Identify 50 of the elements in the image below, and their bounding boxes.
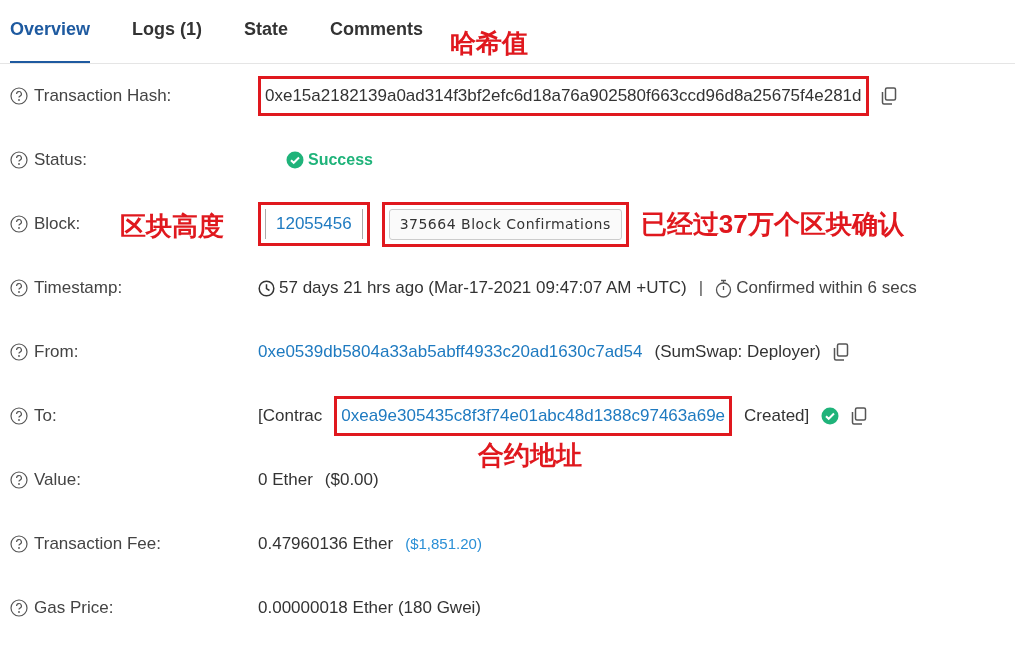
field-label: Transaction Fee: [34,533,161,556]
help-icon[interactable] [10,343,28,361]
help-icon[interactable] [10,279,28,297]
help-icon[interactable] [10,151,28,169]
address-link[interactable]: 0xea9e305435c8f3f74e01abc48d1388c97463a69e [341,403,726,429]
field-label: Transaction Hash: [34,85,172,108]
copy-icon[interactable] [851,407,868,425]
confirmations-badge: 375664 Block Confirmations [388,208,622,240]
help-icon[interactable] [10,471,28,489]
value-text: 0.47960136 Ether [258,533,394,556]
help-icon[interactable] [10,407,28,425]
annotation-text: 区块高度 [120,210,224,243]
block-link[interactable]: 12055456 [265,209,363,239]
check-circle-icon [286,151,304,169]
value-text: 0xe15a2182139a0ad314f3bf2efc6d18a76a902580f663ccd96d8a25675f4e281d [265,85,862,108]
value-text: [Contrac [258,405,323,428]
timer-icon [715,278,733,298]
field-label: Status: [34,149,87,172]
field-label: Gas Price: [34,597,114,620]
value-text: Confirmed within 6 secs [736,277,917,300]
help-icon[interactable] [10,87,28,105]
check-circle-icon [821,407,840,425]
tab[interactable]: Logs (1) [132,4,203,63]
field-label: From: [34,341,79,364]
clock-icon [258,279,275,297]
value-text: 0 Ether [258,469,313,492]
address-link[interactable]: 0xe0539db5804a33ab5abff4933c20ad1630c7ad54 [258,339,643,365]
field-label: Value: [34,469,81,492]
value-text: Created] [744,405,810,428]
value-text: (SumSwap: Deployer) [654,341,821,364]
value-text: 0.00000018 Ether (180 Gwei) [258,597,482,620]
annotation-text: 合约地址 [478,439,582,472]
field-label: Block: [34,213,81,236]
tab[interactable]: Comments [330,4,424,63]
status-text: Success [308,150,373,170]
help-icon[interactable] [10,599,28,617]
help-icon[interactable] [10,535,28,553]
annotation-text: 已经过37万个区块确认 [640,207,904,241]
value-text: ($0.00) [324,469,379,492]
field-label: To: [34,405,57,428]
field-label: Timestamp: [34,277,123,300]
copy-icon[interactable] [880,87,897,105]
value-text: 57 days 21 hrs ago (Mar-17-2021 09:47:07 AM +UTC) [279,277,687,300]
separator: | [698,277,704,300]
price-link[interactable]: ($1,851.20) [405,532,482,556]
tab[interactable]: State [244,4,289,63]
help-icon[interactable] [10,215,28,233]
copy-icon[interactable] [832,343,849,361]
annotation-text: 哈希值 [450,27,528,60]
tab[interactable]: Overview [10,4,91,63]
